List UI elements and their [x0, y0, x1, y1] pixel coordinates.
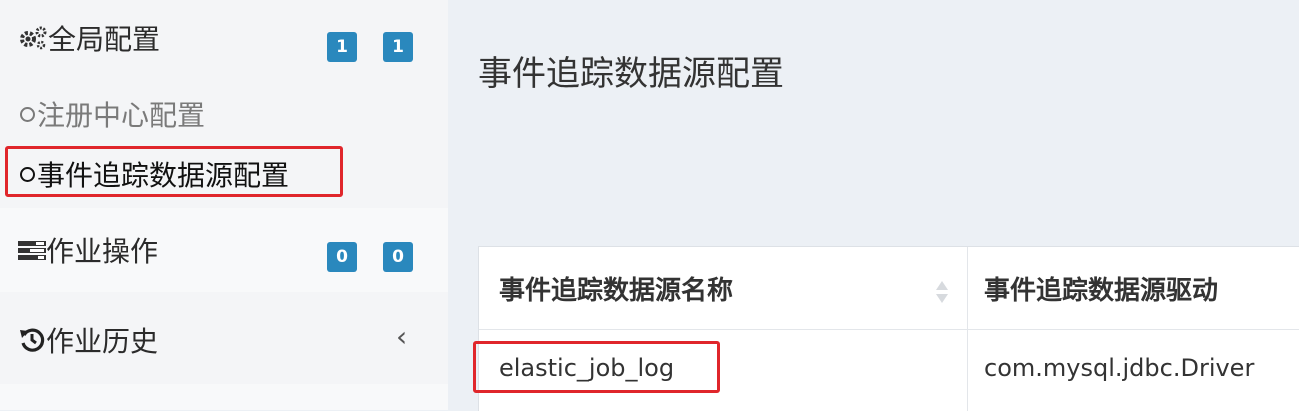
- sidebar-bottom-strip: [0, 384, 448, 410]
- menu-job-operations[interactable]: 作业操作: [0, 208, 448, 292]
- chevron-left-icon: ‹: [396, 320, 408, 353]
- page-title: 事件追踪数据源配置: [478, 54, 784, 94]
- column-header-name[interactable]: 事件追踪数据源名称: [479, 247, 967, 329]
- menu-global-config[interactable]: 全局配置: [0, 14, 448, 62]
- gears-icon: [18, 23, 48, 53]
- menu-job-history[interactable]: 作业历史 ‹: [0, 296, 448, 384]
- menu-global-config-label: 全局配置: [48, 23, 161, 56]
- menu-registry-config[interactable]: 注册中心配置: [20, 94, 205, 134]
- menu-registry-config-label: 注册中心配置: [37, 99, 206, 132]
- circle-icon: [20, 106, 35, 122]
- tasks-icon: [18, 239, 46, 261]
- column-header-driver[interactable]: 事件追踪数据源驱动: [967, 247, 1299, 329]
- history-icon: [18, 326, 46, 354]
- sidebar: 全局配置 1 1 注册中心配置 事件追踪数据源配置 作业操作 0 0 作业历史 …: [0, 0, 448, 410]
- column-header-name-label: 事件追踪数据源名称: [499, 275, 734, 306]
- table-cell-driver: com.mysql.jdbc.Driver: [967, 330, 1299, 406]
- highlight-box: [473, 341, 720, 393]
- job-ops-badge-1: 0: [327, 242, 357, 272]
- global-config-badge-2: 1: [383, 32, 413, 62]
- menu-job-operations-label: 作业操作: [46, 235, 159, 268]
- sort-icon[interactable]: [935, 279, 949, 305]
- menu-job-history-label: 作业历史: [46, 325, 159, 358]
- datasource-driver-value: com.mysql.jdbc.Driver: [984, 354, 1255, 382]
- highlight-box: [5, 146, 343, 197]
- global-config-badge-1: 1: [327, 32, 357, 62]
- column-header-driver-label: 事件追踪数据源驱动: [984, 275, 1219, 306]
- job-ops-badge-2: 0: [383, 242, 413, 272]
